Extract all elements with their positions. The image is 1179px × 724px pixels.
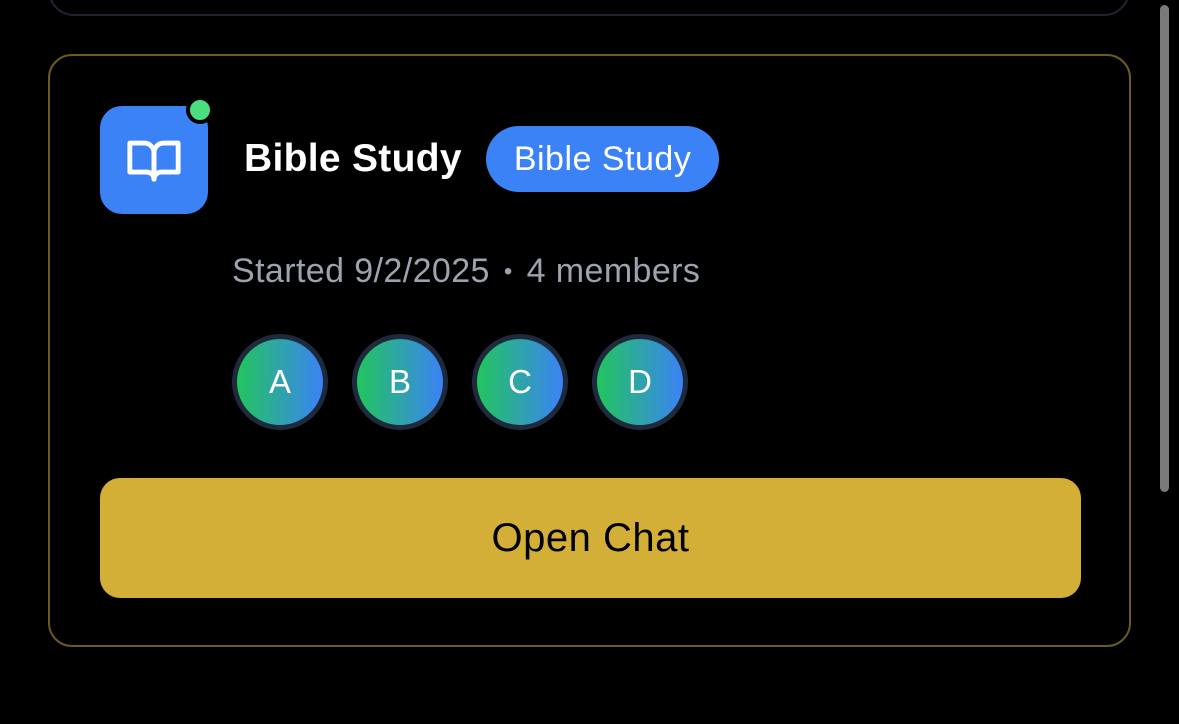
started-date: Started 9/2/2025 <box>232 252 490 290</box>
avatar: D <box>592 334 688 430</box>
previous-group-card[interactable] <box>48 0 1130 16</box>
group-title: Bible Study <box>244 137 462 180</box>
avatar: B <box>352 334 448 430</box>
title-row: Bible Study Bible Study <box>244 126 720 192</box>
screen: Bible Study Bible Study Started 9/2/2025… <box>0 0 1179 724</box>
avatar: C <box>472 334 568 430</box>
open-chat-button[interactable]: Open Chat <box>100 478 1081 598</box>
open-book-icon <box>127 140 181 182</box>
online-status-dot <box>186 96 214 124</box>
group-card: Bible Study Bible Study Started 9/2/2025… <box>48 54 1131 647</box>
category-badge: Bible Study <box>485 126 720 192</box>
avatar: A <box>232 334 328 430</box>
group-icon-tile <box>100 106 208 214</box>
member-count: 4 members <box>526 252 701 290</box>
group-meta: Started 9/2/2025 • 4 members <box>232 252 700 291</box>
scrollbar-thumb[interactable] <box>1160 5 1169 492</box>
meta-separator: • <box>503 257 513 285</box>
member-avatars: A B C D <box>232 334 688 430</box>
